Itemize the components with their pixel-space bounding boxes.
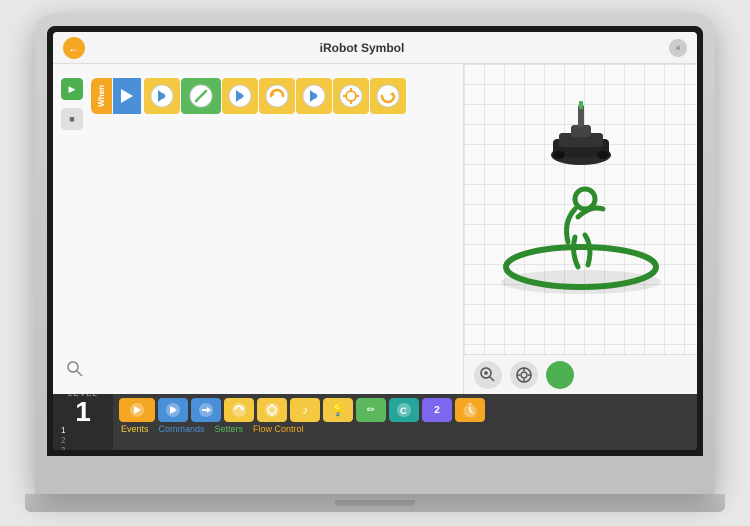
bb-timer-icon xyxy=(461,401,479,419)
tab-setters[interactable]: Setters xyxy=(215,424,244,434)
move-icon-3 xyxy=(302,84,326,108)
block-move-2[interactable] xyxy=(222,78,258,114)
laptop-wrapper: ← iRobot Symbol × xyxy=(25,14,725,512)
code-blocks-area: ▶ ■ When xyxy=(61,72,455,386)
stop-icon: ■ xyxy=(69,114,74,124)
play-button[interactable]: ▶ xyxy=(61,78,83,100)
bb-draw[interactable]: ✏ xyxy=(356,398,386,422)
bb-timer[interactable] xyxy=(455,398,485,422)
magnifier-icon xyxy=(67,361,83,377)
zoom-icon[interactable] xyxy=(67,361,83,380)
zoom-in-icon xyxy=(480,367,496,383)
page-title: iRobot Symbol xyxy=(93,41,631,55)
tab-events[interactable]: Events xyxy=(121,424,149,434)
bb-move-1[interactable] xyxy=(158,398,188,422)
play-icon: ▶ xyxy=(69,84,76,95)
bottom-blocks-row: ♪ 💡 ✏ C xyxy=(119,398,691,422)
level-rows: 1 2 3 xyxy=(57,426,109,450)
svg-text:C: C xyxy=(400,406,407,416)
view-area xyxy=(464,64,697,354)
play-trigger-block[interactable] xyxy=(113,78,141,114)
bb-move-2[interactable] xyxy=(191,398,221,422)
stop-button[interactable]: ■ xyxy=(61,108,83,130)
bb-move-icon-2 xyxy=(197,401,215,419)
bb-when-icon xyxy=(128,401,146,419)
level-panel: LEVEL 1 1 2 3 xyxy=(53,394,113,450)
control-buttons: ▶ ■ xyxy=(61,78,83,130)
bottom-tabs: Events Commands Setters Flow Control xyxy=(119,424,691,434)
main-area: ▶ ■ When xyxy=(53,64,697,394)
title-bar: ← iRobot Symbol × xyxy=(53,32,697,64)
close-button[interactable]: × xyxy=(669,39,687,57)
bb-light[interactable]: 💡 xyxy=(323,398,353,422)
block-move-1[interactable] xyxy=(144,78,180,114)
tab-commands[interactable]: Commands xyxy=(159,424,205,434)
zoom-in-button[interactable] xyxy=(474,361,502,389)
code-panel: ▶ ■ When xyxy=(53,64,463,394)
laptop-base xyxy=(25,494,725,512)
bb-when-block[interactable] xyxy=(119,398,155,422)
level-row-2[interactable]: 2 xyxy=(57,436,109,445)
view-controls xyxy=(464,354,697,394)
laptop-body: ← iRobot Symbol × xyxy=(35,14,715,494)
block-rotate-2[interactable] xyxy=(370,78,406,114)
back-icon: ← xyxy=(68,41,80,55)
draw-icon xyxy=(189,84,213,108)
when-label: When xyxy=(97,85,106,107)
screen-content: ← iRobot Symbol × xyxy=(53,32,697,450)
rotate-icon-1 xyxy=(265,84,289,108)
bb-turn-2[interactable] xyxy=(257,398,287,422)
move-icon-2 xyxy=(228,84,252,108)
bb-turn-icon-2 xyxy=(263,401,281,419)
bb-sensor[interactable]: C xyxy=(389,398,419,422)
when-block[interactable]: When xyxy=(91,78,112,114)
bottom-blocks-area: ♪ 💡 ✏ C xyxy=(113,394,697,450)
close-icon: × xyxy=(675,43,680,53)
bottom-bar: LEVEL 1 1 2 3 xyxy=(53,394,697,450)
bb-turn-icon-1 xyxy=(230,401,248,419)
level-row-3[interactable]: 3 xyxy=(57,446,109,450)
turn-icon xyxy=(339,84,363,108)
level-row-1[interactable]: 1 xyxy=(57,426,109,435)
camera-icon xyxy=(516,367,532,383)
block-draw[interactable] xyxy=(181,78,221,114)
block-move-3[interactable] xyxy=(296,78,332,114)
tab-flow-control[interactable]: Flow Control xyxy=(253,424,304,434)
block-turn[interactable] xyxy=(333,78,369,114)
back-button[interactable]: ← xyxy=(63,37,85,59)
bb-turn-1[interactable] xyxy=(224,398,254,422)
bb-sensor-icon: C xyxy=(395,401,413,419)
bb-sound[interactable]: ♪ xyxy=(290,398,320,422)
block-rotate-1[interactable] xyxy=(259,78,295,114)
rotate-icon-2 xyxy=(376,84,400,108)
level-number: 1 xyxy=(75,398,91,426)
camera-button[interactable] xyxy=(510,361,538,389)
move-icon-1 xyxy=(150,84,174,108)
bb-move-icon-1 xyxy=(164,401,182,419)
block-chain: When xyxy=(91,78,406,114)
robot-visualization xyxy=(471,97,691,322)
screen-bezel: ← iRobot Symbol × xyxy=(47,26,703,456)
status-indicator xyxy=(546,361,574,389)
bb-loop[interactable]: 2 xyxy=(422,398,452,422)
laptop-notch xyxy=(335,500,415,506)
play-trigger-icon xyxy=(121,89,133,103)
view-panel xyxy=(463,64,697,394)
robot-svg xyxy=(471,97,691,317)
